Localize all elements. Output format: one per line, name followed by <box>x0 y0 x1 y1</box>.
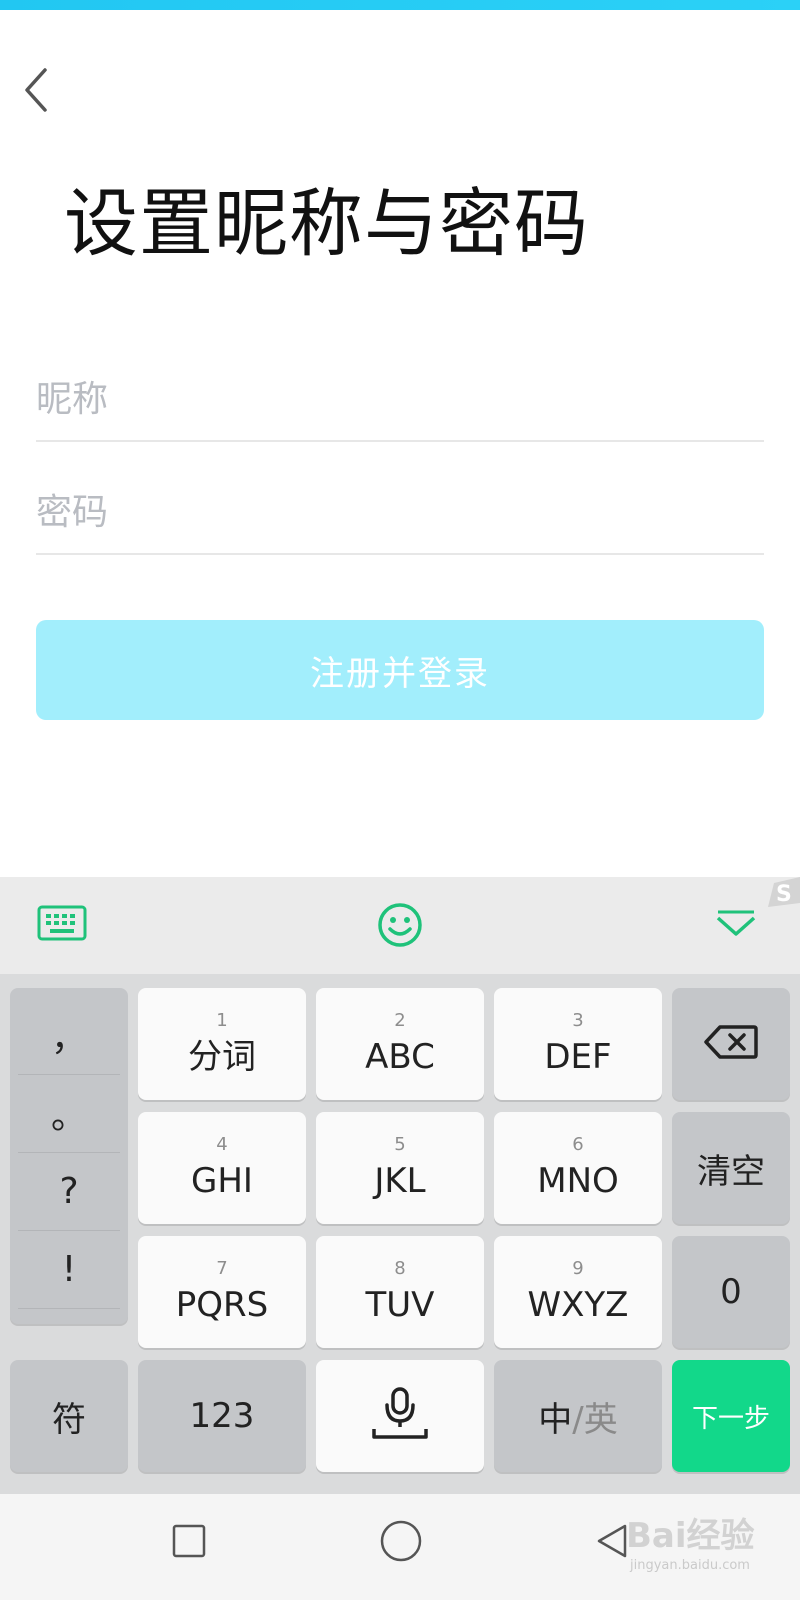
lang-primary: 中 <box>538 1399 573 1440</box>
recent-apps-button[interactable] <box>166 1520 212 1566</box>
emoji-icon[interactable] <box>374 899 426 951</box>
key-1[interactable]: 1 分词 <box>138 988 306 1100</box>
punct-key-exclaim[interactable]: ! <box>18 1230 120 1308</box>
numeric-key[interactable]: 123 <box>138 1360 306 1472</box>
keyboard-body: ， 。 ? ! 1 分词 2 ABC 3 DEF 4 GHI 5 JKL 6 M… <box>0 974 800 1494</box>
symbol-key-label: 符 <box>52 1399 86 1440</box>
key-2[interactable]: 2 ABC <box>316 988 484 1100</box>
key-0[interactable]: 0 <box>672 1236 790 1348</box>
watermark: Bai经验 jingyan.baidu.com <box>600 1500 800 1600</box>
backspace-icon <box>704 1024 758 1064</box>
key-label: WXYZ <box>527 1285 629 1325</box>
key-5[interactable]: 5 JKL <box>316 1112 484 1224</box>
punct-divider <box>18 1308 120 1309</box>
key-8[interactable]: 8 TUV <box>316 1236 484 1348</box>
key-number: 4 <box>216 1134 228 1155</box>
password-field[interactable] <box>36 465 764 555</box>
key-number: 5 <box>394 1134 406 1155</box>
key-9[interactable]: 9 WXYZ <box>494 1236 662 1348</box>
key-number: 3 <box>572 1010 584 1031</box>
key-label: PQRS <box>175 1285 269 1325</box>
punct-key-period[interactable]: 。 <box>18 1074 120 1152</box>
zero-key-label: 0 <box>720 1272 742 1312</box>
key-label: GHI <box>191 1161 253 1201</box>
password-input[interactable] <box>36 465 764 553</box>
circle-icon <box>379 1519 423 1567</box>
sogou-logo-icon: S <box>764 877 800 911</box>
svg-text:S: S <box>776 882 792 907</box>
next-step-label: 下一步 <box>691 1403 770 1434</box>
key-label: 分词 <box>188 1037 256 1077</box>
key-number: 6 <box>572 1134 584 1155</box>
key-4[interactable]: 4 GHI <box>138 1112 306 1224</box>
watermark-logo: Bai经验 <box>626 1516 755 1556</box>
language-switch-key[interactable]: 中/英 <box>494 1360 662 1472</box>
status-strip <box>0 0 800 10</box>
mic-icon <box>370 1385 430 1447</box>
lang-secondary: /英 <box>572 1399 618 1440</box>
back-button[interactable] <box>14 66 58 118</box>
symbol-key[interactable]: 符 <box>10 1360 128 1472</box>
collapse-keyboard-icon[interactable] <box>712 903 760 943</box>
key-number: 2 <box>394 1010 406 1031</box>
punct-key-comma[interactable]: ， <box>18 996 120 1074</box>
square-icon <box>171 1523 207 1563</box>
clear-key-label: 清空 <box>697 1151 765 1192</box>
key-label: MNO <box>537 1161 619 1201</box>
backspace-key[interactable] <box>672 988 790 1100</box>
keyboard-toolbar: S <box>0 877 800 974</box>
next-step-key[interactable]: 下一步 <box>672 1360 790 1472</box>
key-number: 7 <box>216 1258 228 1279</box>
voice-space-key[interactable] <box>316 1360 484 1472</box>
nickname-input[interactable] <box>36 352 764 440</box>
key-label: TUV <box>365 1285 435 1325</box>
key-7[interactable]: 7 PQRS <box>138 1236 306 1348</box>
numeric-key-label: 123 <box>189 1396 255 1436</box>
page-title: 设置昵称与密码 <box>64 181 589 267</box>
punctuation-column: ， 。 ? ! <box>10 988 128 1324</box>
key-label: ABC <box>365 1037 435 1077</box>
home-button[interactable] <box>376 1518 426 1568</box>
back-icon <box>21 66 51 118</box>
clear-key[interactable]: 清空 <box>672 1112 790 1224</box>
key-label: JKL <box>374 1161 426 1201</box>
punct-key-question[interactable]: ? <box>18 1152 120 1230</box>
key-3[interactable]: 3 DEF <box>494 988 662 1100</box>
key-number: 1 <box>216 1010 228 1031</box>
key-label: DEF <box>544 1037 612 1077</box>
keyboard-icon[interactable] <box>34 901 90 947</box>
watermark-url: jingyan.baidu.com <box>630 1558 750 1573</box>
key-number: 9 <box>572 1258 584 1279</box>
key-6[interactable]: 6 MNO <box>494 1112 662 1224</box>
nickname-field[interactable] <box>36 352 764 442</box>
register-login-button[interactable]: 注册并登录 <box>36 620 764 720</box>
language-switch-label: 中/英 <box>538 1392 617 1441</box>
key-number: 8 <box>394 1258 406 1279</box>
